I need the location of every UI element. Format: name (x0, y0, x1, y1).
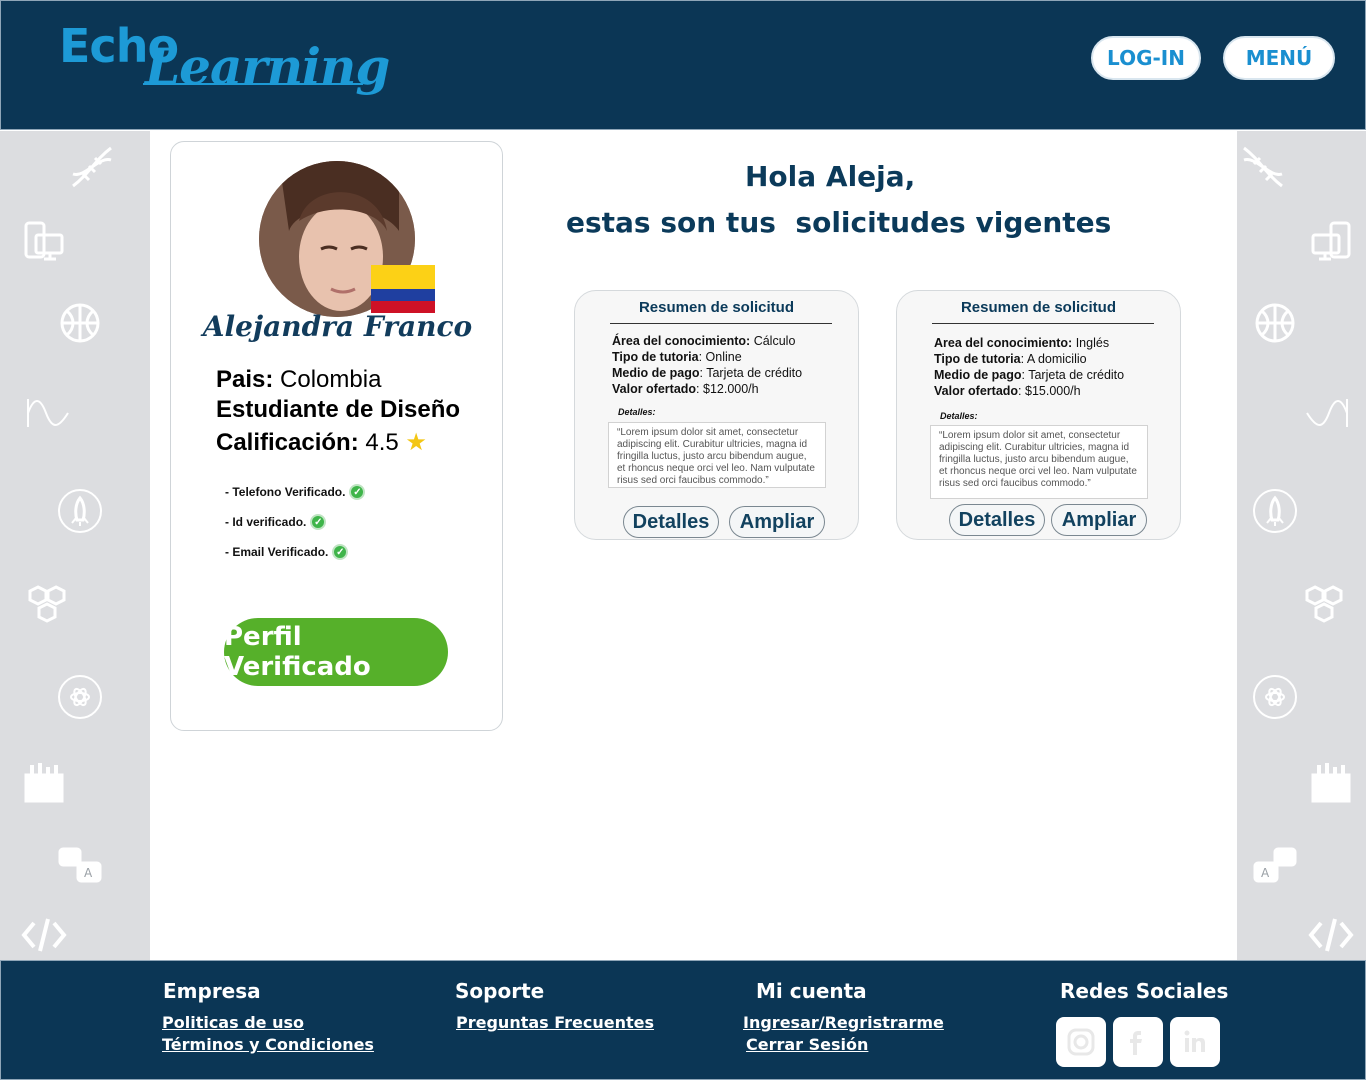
email-verified: - Email Verificado. ✓ (225, 544, 349, 560)
translate-icon: A (58, 845, 102, 889)
basketball-icon (1253, 301, 1297, 345)
logo-underline (143, 83, 363, 85)
wave-icon (26, 393, 70, 433)
details-text: “Lorem ipsum dolor sit amet, consectetur… (930, 425, 1148, 499)
details-button[interactable]: Detalles (623, 506, 719, 538)
request-title: Resumen de solicitud (638, 299, 795, 316)
request-card: Resumen de solicitud Area del conocimien… (896, 290, 1181, 540)
verified-profile-button[interactable]: Perfil Verificado (224, 618, 448, 686)
profile-country: Pais: Colombia (216, 366, 382, 393)
login-register-link[interactable]: Ingresar/Regristrarme (743, 1013, 944, 1032)
greeting-title: Hola Aleja, (745, 160, 916, 193)
profile-rating: Calificación: 4.5 ★ (216, 429, 427, 456)
linkedin-icon[interactable] (1170, 1017, 1220, 1067)
expand-button[interactable]: Ampliar (729, 506, 825, 538)
request-title: Resumen de solicitud (960, 299, 1117, 316)
divider (610, 323, 832, 324)
colombia-flag-icon (371, 265, 435, 313)
check-icon: ✓ (310, 514, 327, 530)
music-icon (1309, 761, 1353, 805)
footer-soporte-heading: Soporte (455, 979, 545, 1003)
devices-icon (22, 219, 66, 263)
details-label: Detalles: (618, 407, 656, 417)
divider (932, 323, 1154, 324)
wave-icon (1305, 393, 1349, 433)
id-verified: - Id verificado. ✓ (225, 514, 327, 530)
footer: Empresa Politicas de uso Términos y Cond… (0, 960, 1366, 1080)
hexagons-icon (1303, 583, 1347, 627)
hexagons-icon (26, 583, 70, 627)
music-icon (22, 761, 66, 805)
atom-icon (56, 673, 104, 721)
request-details-list: Área del conocimiento: Cálculo Tipo de t… (612, 334, 803, 396)
code-icon (20, 913, 68, 957)
translate-icon: A (1253, 845, 1297, 889)
echo-learning-logo[interactable]: Echo Learning (59, 19, 390, 111)
dna-icon (68, 143, 116, 191)
facebook-icon[interactable] (1113, 1017, 1163, 1067)
footer-micuenta-heading: Mi cuenta (756, 979, 867, 1003)
request-card: Resumen de solicitud Área del conocimien… (574, 290, 859, 540)
logout-link[interactable]: Cerrar Sesión (746, 1035, 868, 1054)
star-icon: ★ (405, 429, 427, 456)
left-decorative-rail: A (0, 131, 150, 960)
check-icon: ✓ (332, 544, 349, 560)
login-button[interactable]: LOG-IN (1091, 36, 1201, 80)
phone-verified: - Telefono Verificado. ✓ (225, 484, 366, 500)
header: Echo Learning LOG-IN MENÚ (0, 0, 1366, 130)
request-details-list: Area del conocimiento: Inglés Tipo de tu… (934, 336, 1125, 398)
check-icon: ✓ (349, 484, 366, 500)
details-label: Detalles: (940, 411, 978, 421)
terminos-link[interactable]: Términos y Condiciones (162, 1035, 374, 1054)
details-text: “Lorem ipsum dolor sit amet, consectetur… (608, 422, 826, 488)
code-icon (1307, 913, 1355, 957)
profile-name: Alejandra Franco (202, 310, 473, 343)
svg-text:A: A (84, 866, 93, 880)
footer-empresa-heading: Empresa (163, 979, 261, 1003)
atom-icon (1251, 673, 1299, 721)
menu-button[interactable]: MENÚ (1223, 36, 1335, 80)
devices-icon (1309, 219, 1353, 263)
logo-learning-text: Learning (145, 37, 390, 96)
svg-text:A: A (1261, 866, 1270, 880)
politicas-link[interactable]: Politicas de uso (162, 1013, 304, 1032)
details-button[interactable]: Detalles (949, 504, 1045, 536)
expand-button[interactable]: Ampliar (1051, 504, 1147, 536)
right-decorative-rail: A (1237, 131, 1366, 960)
rocket-icon (1251, 487, 1299, 535)
dna-icon (1239, 143, 1287, 191)
greeting-subtitle: estas son tus solicitudes vigentes (566, 206, 1112, 239)
rocket-icon (56, 487, 104, 535)
profile-card: Alejandra Franco Pais: Colombia Estudian… (170, 141, 503, 731)
footer-redes-heading: Redes Sociales (1060, 979, 1229, 1003)
profile-role: Estudiante de Diseño (216, 396, 461, 423)
instagram-icon[interactable] (1056, 1017, 1106, 1067)
faq-link[interactable]: Preguntas Frecuentes (456, 1013, 654, 1032)
basketball-icon (58, 301, 102, 345)
